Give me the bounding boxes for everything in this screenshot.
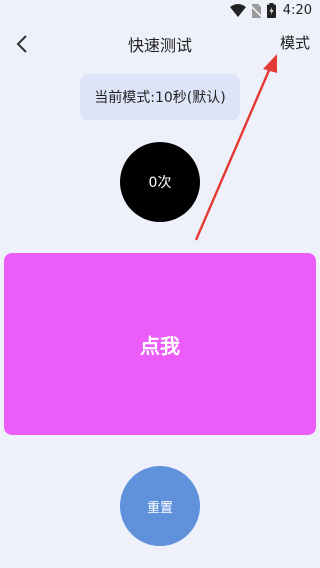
no-sim-icon xyxy=(250,3,262,18)
page-title: 快速测试 xyxy=(127,36,192,55)
header: 快速测试 模式 xyxy=(0,24,320,64)
status-time: 4:20 xyxy=(282,3,312,18)
status-icons: 4:20 xyxy=(229,3,312,18)
battery-charging-icon xyxy=(266,3,276,18)
wifi-icon xyxy=(229,4,246,17)
mode-indicator: 当前模式:10秒(默认) xyxy=(80,74,240,120)
status-bar: 4:20 xyxy=(0,0,320,24)
tap-button[interactable]: 点我 xyxy=(4,253,316,435)
click-counter: 0次 xyxy=(120,142,200,222)
mode-button[interactable]: 模式 xyxy=(280,32,310,53)
reset-button[interactable]: 重置 xyxy=(120,466,200,546)
